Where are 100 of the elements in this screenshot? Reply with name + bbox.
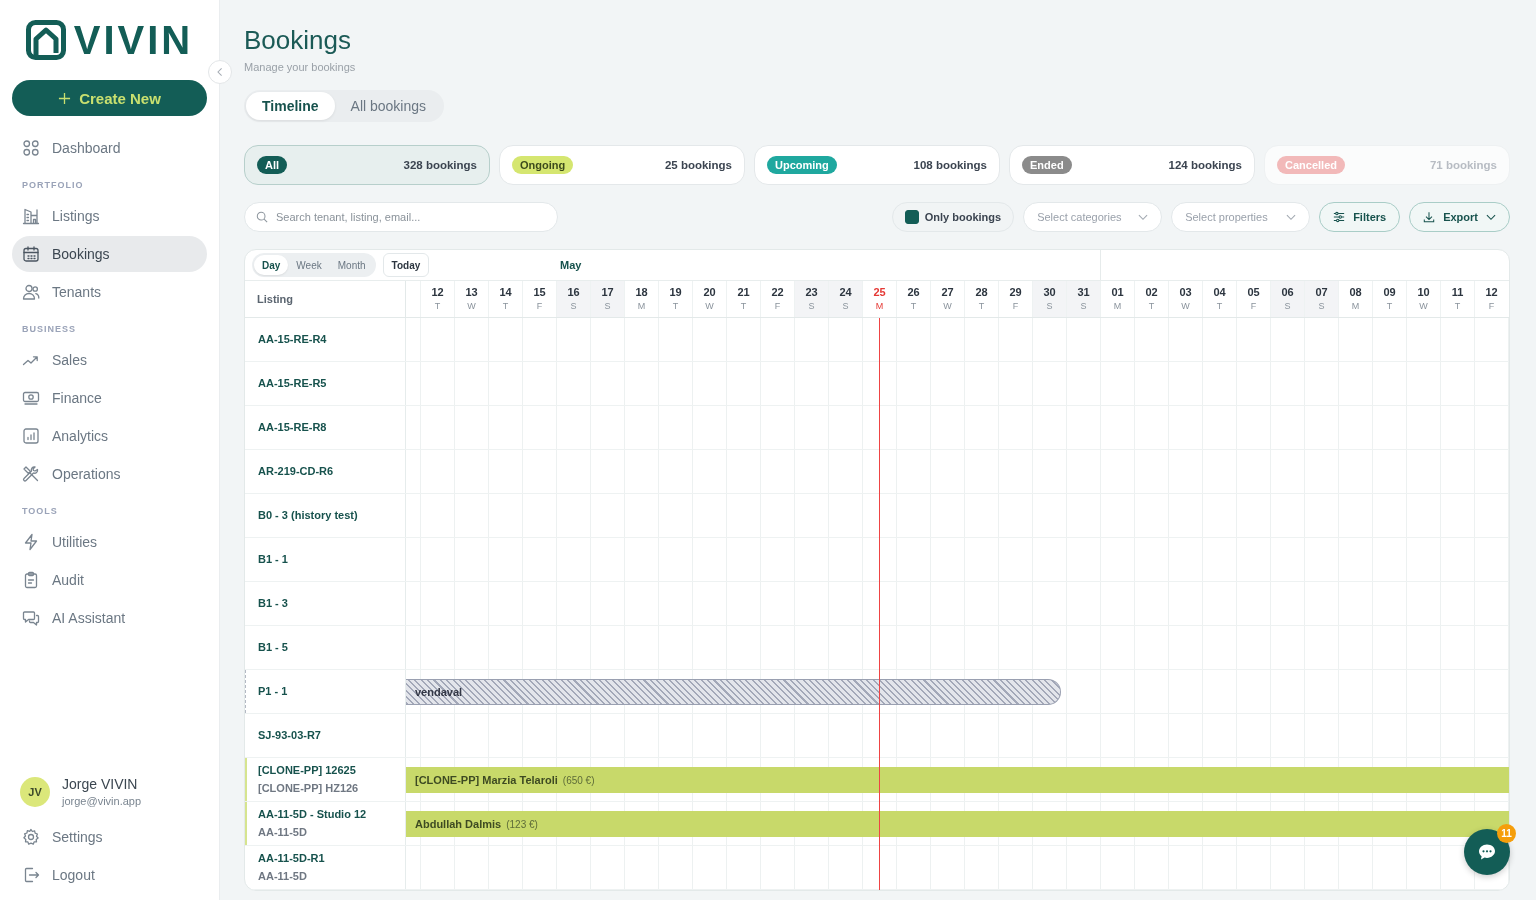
today-button[interactable]: Today bbox=[382, 253, 430, 277]
nav-item[interactable]: Tenants bbox=[12, 274, 207, 310]
nav-item[interactable]: Logout bbox=[12, 857, 207, 893]
settings-icon bbox=[22, 828, 40, 846]
nav-item[interactable]: Operations bbox=[12, 456, 207, 492]
nav-item[interactable]: Finance bbox=[12, 380, 207, 416]
weekday-label: T bbox=[434, 301, 441, 312]
weekday-label: M bbox=[875, 301, 884, 312]
listing-name: B1 - 5 bbox=[258, 641, 289, 654]
weekday-label: S bbox=[570, 301, 577, 312]
booking-count: 328 bookings bbox=[403, 159, 477, 171]
weekday-label: S bbox=[604, 301, 611, 312]
only-bookings-filter[interactable]: Only bookings bbox=[891, 202, 1015, 232]
listing-code: AA-11-5D bbox=[258, 870, 308, 883]
nav-item[interactable]: Utilities bbox=[12, 524, 207, 560]
day-number: 30 bbox=[1043, 286, 1056, 299]
banknote-icon bbox=[22, 389, 40, 407]
day-number: 18 bbox=[635, 286, 648, 299]
export-button[interactable]: Export bbox=[1409, 202, 1510, 232]
status-filter-card[interactable]: Ended 124 bookings bbox=[1009, 145, 1255, 185]
checkbox[interactable] bbox=[904, 210, 919, 224]
house-logo-icon bbox=[25, 20, 66, 60]
tools-icon bbox=[22, 465, 40, 483]
booking-count: 71 bookings bbox=[1429, 159, 1497, 171]
weekday-label: T bbox=[978, 301, 985, 312]
booking-bar[interactable]: [CLONE-PP] Marzia Telaroli (650 €) bbox=[406, 767, 1509, 793]
listing-name: P1 - 1 bbox=[258, 685, 289, 698]
nav-item[interactable]: Bookings bbox=[12, 236, 207, 272]
weekday-label: M bbox=[1113, 301, 1122, 312]
tab[interactable]: Timeline bbox=[246, 92, 335, 120]
status-badge: Ongoing bbox=[512, 156, 574, 174]
day-number: 09 bbox=[1383, 286, 1396, 299]
sliders-icon bbox=[1333, 211, 1346, 223]
bar-chart-icon bbox=[22, 427, 40, 445]
weekday-label: W bbox=[467, 301, 476, 312]
chevron-down-icon bbox=[1138, 213, 1149, 221]
listing-name: AA-11-5D-R1 bbox=[258, 852, 326, 865]
lightning-icon bbox=[22, 533, 40, 551]
weekday-label: S bbox=[1318, 301, 1325, 312]
listing-name: AA-15-RE-R8 bbox=[258, 421, 328, 434]
search-icon bbox=[256, 211, 268, 223]
day-number: 29 bbox=[1009, 286, 1022, 299]
listing-name: B1 - 1 bbox=[258, 553, 289, 566]
weekday-label: T bbox=[910, 301, 917, 312]
listing-name: AR-219-CD-R6 bbox=[258, 465, 335, 478]
weekday-label: S bbox=[1284, 301, 1291, 312]
range-tab[interactable]: Day bbox=[254, 255, 289, 275]
calendar-icon bbox=[22, 245, 40, 263]
listing-name: B0 - 3 (history test) bbox=[258, 509, 359, 522]
weekday-label: F bbox=[774, 301, 781, 312]
nav-item[interactable]: Audit bbox=[12, 562, 207, 598]
booking-count: 25 bookings bbox=[664, 159, 732, 171]
status-filter-card[interactable]: Ongoing 25 bookings bbox=[499, 145, 745, 185]
nav-item[interactable]: Dashboard bbox=[12, 130, 207, 166]
filters-button[interactable]: Filters bbox=[1319, 202, 1401, 232]
booking-price: (650 €) bbox=[562, 774, 595, 786]
page-subtitle: Manage your bookings bbox=[244, 60, 357, 74]
range-tab[interactable]: Month bbox=[329, 255, 374, 275]
day-number: 23 bbox=[805, 286, 818, 299]
listing-name: AA-15-RE-R4 bbox=[258, 333, 328, 346]
weekday-label: T bbox=[672, 301, 679, 312]
weekday-label: W bbox=[943, 301, 952, 312]
weekday-label: T bbox=[502, 301, 509, 312]
blocked-period-bar[interactable]: vendaval bbox=[406, 679, 1062, 705]
day-number: 27 bbox=[941, 286, 954, 299]
weekday-label: T bbox=[1148, 301, 1155, 312]
nav-item[interactable]: Listings bbox=[12, 198, 207, 234]
day-number: 03 bbox=[1179, 286, 1192, 299]
page-title: Bookings bbox=[244, 24, 352, 56]
weekday-label: T bbox=[1216, 301, 1223, 312]
guest-name: [CLONE-PP] Marzia Telaroli bbox=[415, 774, 558, 786]
status-badge: Cancelled bbox=[1277, 156, 1345, 174]
create-new-button[interactable]: Create New bbox=[12, 80, 207, 116]
listing-name: AA-11-5D - Studio 12 bbox=[258, 808, 368, 821]
weekday-label: F bbox=[1488, 301, 1495, 312]
range-tab[interactable]: Week bbox=[288, 255, 330, 275]
status-badge: Upcoming bbox=[767, 156, 837, 174]
booking-count: 124 bookings bbox=[1168, 159, 1242, 171]
status-filter-card[interactable]: All 328 bookings bbox=[244, 145, 490, 185]
nav-item[interactable]: Analytics bbox=[12, 418, 207, 454]
booking-count: 108 bookings bbox=[913, 159, 987, 171]
column-header: Listing bbox=[257, 293, 294, 305]
nav-item[interactable]: Settings bbox=[12, 819, 207, 855]
nav-item[interactable]: Sales bbox=[12, 342, 207, 378]
select-dropdown[interactable]: Select categories bbox=[1023, 202, 1163, 232]
weekday-label: W bbox=[1181, 301, 1190, 312]
listing-code: AA-11-5D bbox=[258, 826, 308, 839]
nav-item[interactable]: AI Assistant bbox=[12, 600, 207, 636]
row-indicator bbox=[245, 670, 247, 713]
day-number: 24 bbox=[839, 286, 852, 299]
search-field[interactable]: Search tenant, listing, email... bbox=[244, 202, 558, 232]
day-number: 06 bbox=[1281, 286, 1294, 299]
select-dropdown[interactable]: Select properties bbox=[1171, 202, 1311, 232]
listing-name: B1 - 3 bbox=[258, 597, 289, 610]
weekday-label: T bbox=[1386, 301, 1393, 312]
status-filter-card[interactable]: Upcoming 108 bookings bbox=[754, 145, 1000, 185]
day-number: 12 bbox=[431, 286, 444, 299]
weekday-label: S bbox=[1046, 301, 1053, 312]
people-icon bbox=[22, 283, 40, 301]
tab[interactable]: All bookings bbox=[334, 92, 443, 120]
